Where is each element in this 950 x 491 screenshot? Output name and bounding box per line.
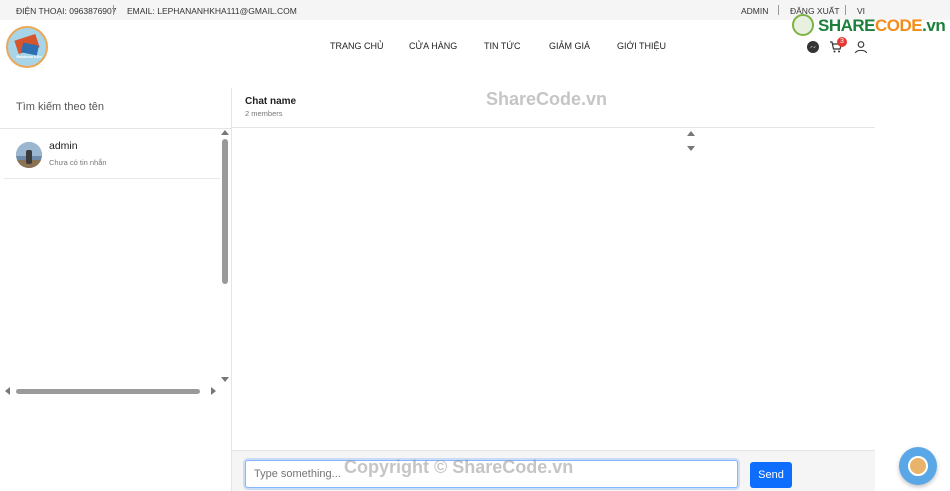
scroll-right-icon[interactable] <box>211 387 217 395</box>
user-icon[interactable] <box>854 40 868 54</box>
horizontal-scrollbar[interactable] <box>4 386 220 396</box>
phone-text: ĐIỆN THOẠI: 0963876907 <box>16 6 117 16</box>
cart-count-badge: 3 <box>837 37 847 47</box>
scrollbar-thumb[interactable] <box>16 389 200 394</box>
chat-panel: Chat name 2 members Send <box>232 88 875 491</box>
messenger-icon[interactable] <box>806 40 820 54</box>
chat-member-count: 2 members <box>245 109 283 118</box>
watermark-text: Copyright © ShareCode.vn <box>344 457 574 477</box>
scroll-down-icon[interactable] <box>221 377 229 383</box>
nav-news[interactable]: TIN TỨC <box>484 41 521 51</box>
send-button[interactable]: Send <box>750 462 792 488</box>
watermark-text: ShareCode.vn <box>486 89 608 109</box>
email-text: EMAIL: LEPHANANHKHA111@GMAIL.COM <box>127 6 297 16</box>
divider <box>845 5 846 15</box>
sharecode-logo-text: SHARECODE.vn <box>818 16 946 35</box>
search-input[interactable]: Tìm kiếm theo tên <box>16 101 104 113</box>
scroll-up-icon[interactable] <box>221 129 229 135</box>
divider <box>0 128 232 129</box>
message-area <box>232 129 875 450</box>
contact-last-message: Chưa có tin nhắn <box>49 158 107 167</box>
chat-bubble-icon <box>908 456 928 476</box>
divider <box>778 5 779 15</box>
vertical-scrollbar[interactable] <box>220 129 230 384</box>
scrollbar-thumb[interactable] <box>222 139 228 284</box>
avatar <box>16 142 42 168</box>
sharecode-emblem-icon <box>792 14 814 36</box>
divider <box>113 5 114 15</box>
nav-sale[interactable]: GIẢM GIÁ <box>549 41 590 51</box>
floating-chat-button[interactable] <box>899 447 937 485</box>
nav-shop[interactable]: CỬA HÀNG <box>409 41 457 51</box>
contact-name: admin <box>49 140 78 152</box>
chat-title: Chat name <box>245 96 297 107</box>
nav-home[interactable]: TRANG CHỦ <box>330 41 384 51</box>
contact-sidebar: Tìm kiếm theo tên admin Chưa có tin nhắn <box>0 88 232 491</box>
admin-link[interactable]: ADMIN <box>741 6 768 16</box>
logo-text: Rainbow Kite <box>16 54 42 59</box>
scroll-left-icon[interactable] <box>4 387 10 395</box>
language-link[interactable]: VI <box>857 6 865 16</box>
contact-item[interactable]: admin Chưa có tin nhắn <box>4 132 220 179</box>
site-logo[interactable]: Rainbow Kite <box>6 26 48 68</box>
nav-about[interactable]: GIỚI THIỆU <box>617 41 666 51</box>
